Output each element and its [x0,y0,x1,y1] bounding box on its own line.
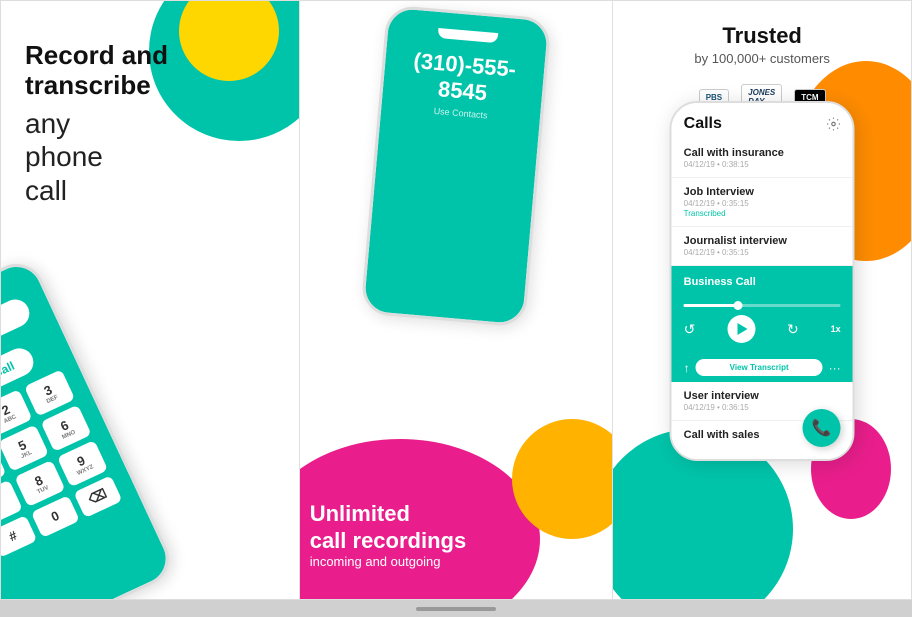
progress-track[interactable] [684,304,841,307]
calls-screen: Calls Call with insurance 04/12/19 • 0:3… [672,103,853,459]
panel2-bottom-text: Unlimited call recordings incoming and o… [310,501,467,569]
speed-badge[interactable]: 1x [831,324,841,334]
phone-screen-panel1: Start Call 1 2ABC 3DEF 4GHI 5JKL 6MNO * … [1,259,174,599]
play-button[interactable] [727,315,755,343]
progress-dot [734,301,743,310]
trusted-title: Trusted [623,23,901,49]
panel3-header: Trusted by 100,000+ customers [613,1,911,76]
share-icon[interactable]: ↑ [684,361,690,375]
keypad: 1 2ABC 3DEF 4GHI 5JKL 6MNO * 8TUV 9WXYZ … [1,369,122,557]
phone-notch [437,28,498,43]
rewind-icon[interactable]: ↺ [684,321,696,338]
panel-unlimited: + (310)-555-8545 Use Contacts Unlimited … [300,1,614,599]
audio-player: ↺ ↻ 1x [672,298,853,353]
transcript-bar: ↑ View Transcript ··· [672,353,853,382]
call-journalist-title: Journalist interview [684,235,841,247]
panel1-title-line1: Record and transcribe [25,41,168,101]
phone-mockup-panel2: (310)-555-8545 Use Contacts [360,4,551,327]
call-job-title: Job Interview [684,186,841,198]
call-item-insurance[interactable]: Call with insurance 04/12/19 • 0:38:15 [672,139,853,178]
bottom-bar [0,600,912,617]
call-insurance-title: Call with insurance [684,147,841,159]
more-icon[interactable]: ··· [829,361,841,375]
panel1-text-block: Record and transcribe any phone call [25,41,168,208]
play-triangle-icon [737,323,747,335]
fab-call-button[interactable]: 📞 [803,409,841,447]
phone-number: (310)-555-8545 [382,46,545,112]
call-item-business[interactable]: Business Call [672,266,853,298]
progress-fill [684,304,739,307]
panel1-subtitle: any phone call [25,107,168,208]
scroll-indicator [416,607,496,611]
trusted-subtitle: by 100,000+ customers [623,51,901,66]
call-insurance-meta: 04/12/19 • 0:38:15 [684,160,841,169]
call-job-meta: 04/12/19 • 0:35:15 [684,199,841,208]
settings-icon[interactable] [827,117,841,131]
call-item-job[interactable]: Job Interview 04/12/19 • 0:35:15 Transcr… [672,178,853,227]
key-hash[interactable]: # [1,515,37,558]
view-transcript-button[interactable]: View Transcript [696,359,823,376]
call-job-transcribed: Transcribed [684,209,841,218]
call-user-title: User interview [684,390,841,402]
incoming-outgoing-text: incoming and outgoing [310,554,467,569]
phone-mockup-panel3: Calls Call with insurance 04/12/19 • 0:3… [670,101,855,461]
main-container: Record and transcribe any phone call Sta… [0,0,912,600]
calls-header: Calls [672,103,853,139]
panel-record: Record and transcribe any phone call Sta… [1,1,300,599]
use-contacts-text: Use Contacts [433,106,488,121]
call-journalist-meta: 04/12/19 • 0:35:15 [684,248,841,257]
call-business-title: Business Call [684,276,841,288]
forward-icon[interactable]: ↻ [787,321,799,338]
phone-mockup-panel1: Start Call 1 2ABC 3DEF 4GHI 5JKL 6MNO * … [1,255,178,599]
calls-title: Calls [684,115,722,133]
phone-fab-icon: 📞 [812,418,832,438]
phone-screen-panel2: (310)-555-8545 Use Contacts [364,8,549,325]
call-item-journalist[interactable]: Journalist interview 04/12/19 • 0:35:15 [672,227,853,266]
player-controls: ↺ ↻ 1x [684,315,841,343]
panel-trusted: Trusted by 100,000+ customers PBS JONESD… [613,1,911,599]
unlimited-title: Unlimited call recordings [310,501,467,554]
